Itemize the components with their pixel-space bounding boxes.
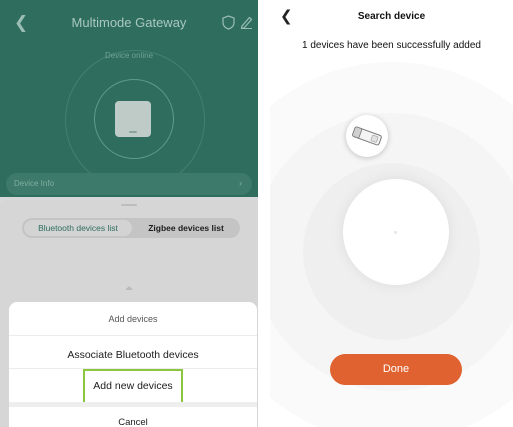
device-list-tabs: Bluetooth devices list Zigbee devices li… [22,218,240,238]
chevron-right-icon: › [239,178,242,188]
page-title: Multimode Gateway [71,15,187,30]
shield-icon[interactable] [222,15,235,30]
page-title: Search device [357,11,426,22]
search-device-screen: ❮ Search device 1 devices have been succ… [270,0,513,427]
add-devices-action-sheet: Add devices Associate Bluetooth devices … [9,302,257,427]
tab-bluetooth-devices[interactable]: Bluetooth devices list [24,220,132,236]
pencil-icon[interactable] [240,15,253,29]
gateway-device-image [115,101,151,137]
tab-zigbee-devices[interactable]: Zigbee devices list [134,220,238,236]
drag-handle[interactable] [121,204,137,206]
cancel-button[interactable]: Cancel [9,417,257,427]
device-info-label: Device Info [14,179,55,188]
found-device-icon[interactable] [346,115,388,157]
device-info-row[interactable]: Device Info › [6,173,252,195]
sheet-title: Add devices [108,314,158,324]
screen-divider [258,0,270,427]
caret-up-icon [125,286,133,290]
highlight-box [83,369,183,404]
sheet-gap [9,402,257,407]
gateway-screen: ❮ Multimode Gateway Device online Device… [0,0,258,427]
divider [9,335,257,336]
associate-bluetooth-button[interactable]: Associate Bluetooth devices [9,349,257,361]
success-message: 1 devices have been successfully added [301,40,481,51]
done-button[interactable]: Done [330,354,462,385]
gateway-header-panel: ❮ Multimode Gateway Device online Device… [0,0,258,197]
center-dot [394,231,397,234]
